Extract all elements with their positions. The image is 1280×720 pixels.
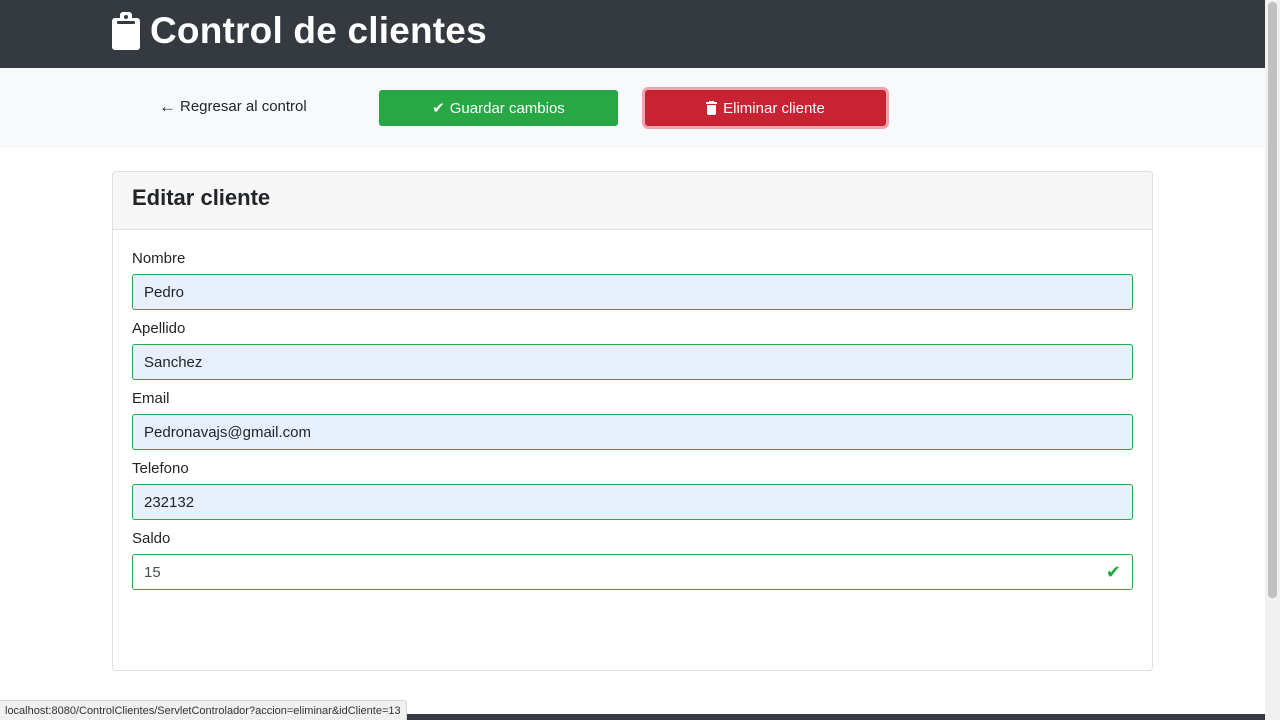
page: Control de clientes ← Regresar al contro… xyxy=(0,0,1280,720)
back-link[interactable]: ← Regresar al control xyxy=(159,98,307,115)
header: Control de clientes xyxy=(0,0,1265,68)
field-email: Email Pedronavajs@gmail.com xyxy=(132,390,1133,450)
email-value: Pedronavajs@gmail.com xyxy=(144,423,311,441)
apellido-input[interactable]: Sanchez xyxy=(132,344,1133,380)
vertical-scrollbar[interactable] xyxy=(1265,0,1280,720)
save-button-label: Guardar cambios xyxy=(449,99,565,117)
card-header: Editar cliente xyxy=(113,172,1152,230)
field-saldo: Saldo 15 ✔ xyxy=(132,530,1133,590)
arrow-left-icon: ← xyxy=(159,97,176,116)
field-telefono: Telefono 232132 xyxy=(132,460,1133,520)
apellido-label: Apellido xyxy=(132,320,186,337)
clipboard-icon xyxy=(112,12,140,50)
back-link-label: Regresar al control xyxy=(180,98,307,115)
valid-check-icon: ✔ xyxy=(1105,561,1121,582)
field-nombre: Nombre Pedro xyxy=(132,250,1133,310)
delete-button-label: Eliminar cliente xyxy=(723,99,825,117)
email-input[interactable]: Pedronavajs@gmail.com xyxy=(132,414,1133,450)
saldo-value: 15 xyxy=(144,563,161,581)
check-icon: ✔ xyxy=(432,100,445,117)
field-apellido: Apellido Sanchez xyxy=(132,320,1133,380)
header-brand: Control de clientes xyxy=(112,10,487,52)
nombre-value: Pedro xyxy=(144,283,185,301)
nombre-label: Nombre xyxy=(132,250,186,267)
action-bar: ← Regresar al control ✔ Guardar cambios … xyxy=(0,68,1265,148)
saldo-label: Saldo xyxy=(132,530,171,547)
card-title: Editar cliente xyxy=(132,185,271,210)
save-button[interactable]: ✔ Guardar cambios xyxy=(379,90,618,126)
telefono-value: 232132 xyxy=(144,493,195,511)
telefono-input[interactable]: 232132 xyxy=(132,484,1133,520)
saldo-input[interactable]: 15 ✔ xyxy=(132,554,1133,590)
scrollbar-thumb[interactable] xyxy=(1268,2,1277,598)
card-body: Nombre Pedro Apellido Sanchez Email Pedr… xyxy=(132,250,1133,600)
edit-client-card: Editar cliente Nombre Pedro Apellido San… xyxy=(112,171,1153,671)
email-label: Email xyxy=(132,390,170,407)
nombre-input[interactable]: Pedro xyxy=(132,274,1133,310)
apellido-value: Sanchez xyxy=(144,353,203,371)
page-title: Control de clientes xyxy=(150,10,487,51)
status-bar-url: localhost:8080/ControlClientes/ServletCo… xyxy=(0,700,407,720)
trash-icon xyxy=(706,101,718,115)
delete-button[interactable]: Eliminar cliente xyxy=(645,90,886,126)
telefono-label: Telefono xyxy=(132,460,189,477)
